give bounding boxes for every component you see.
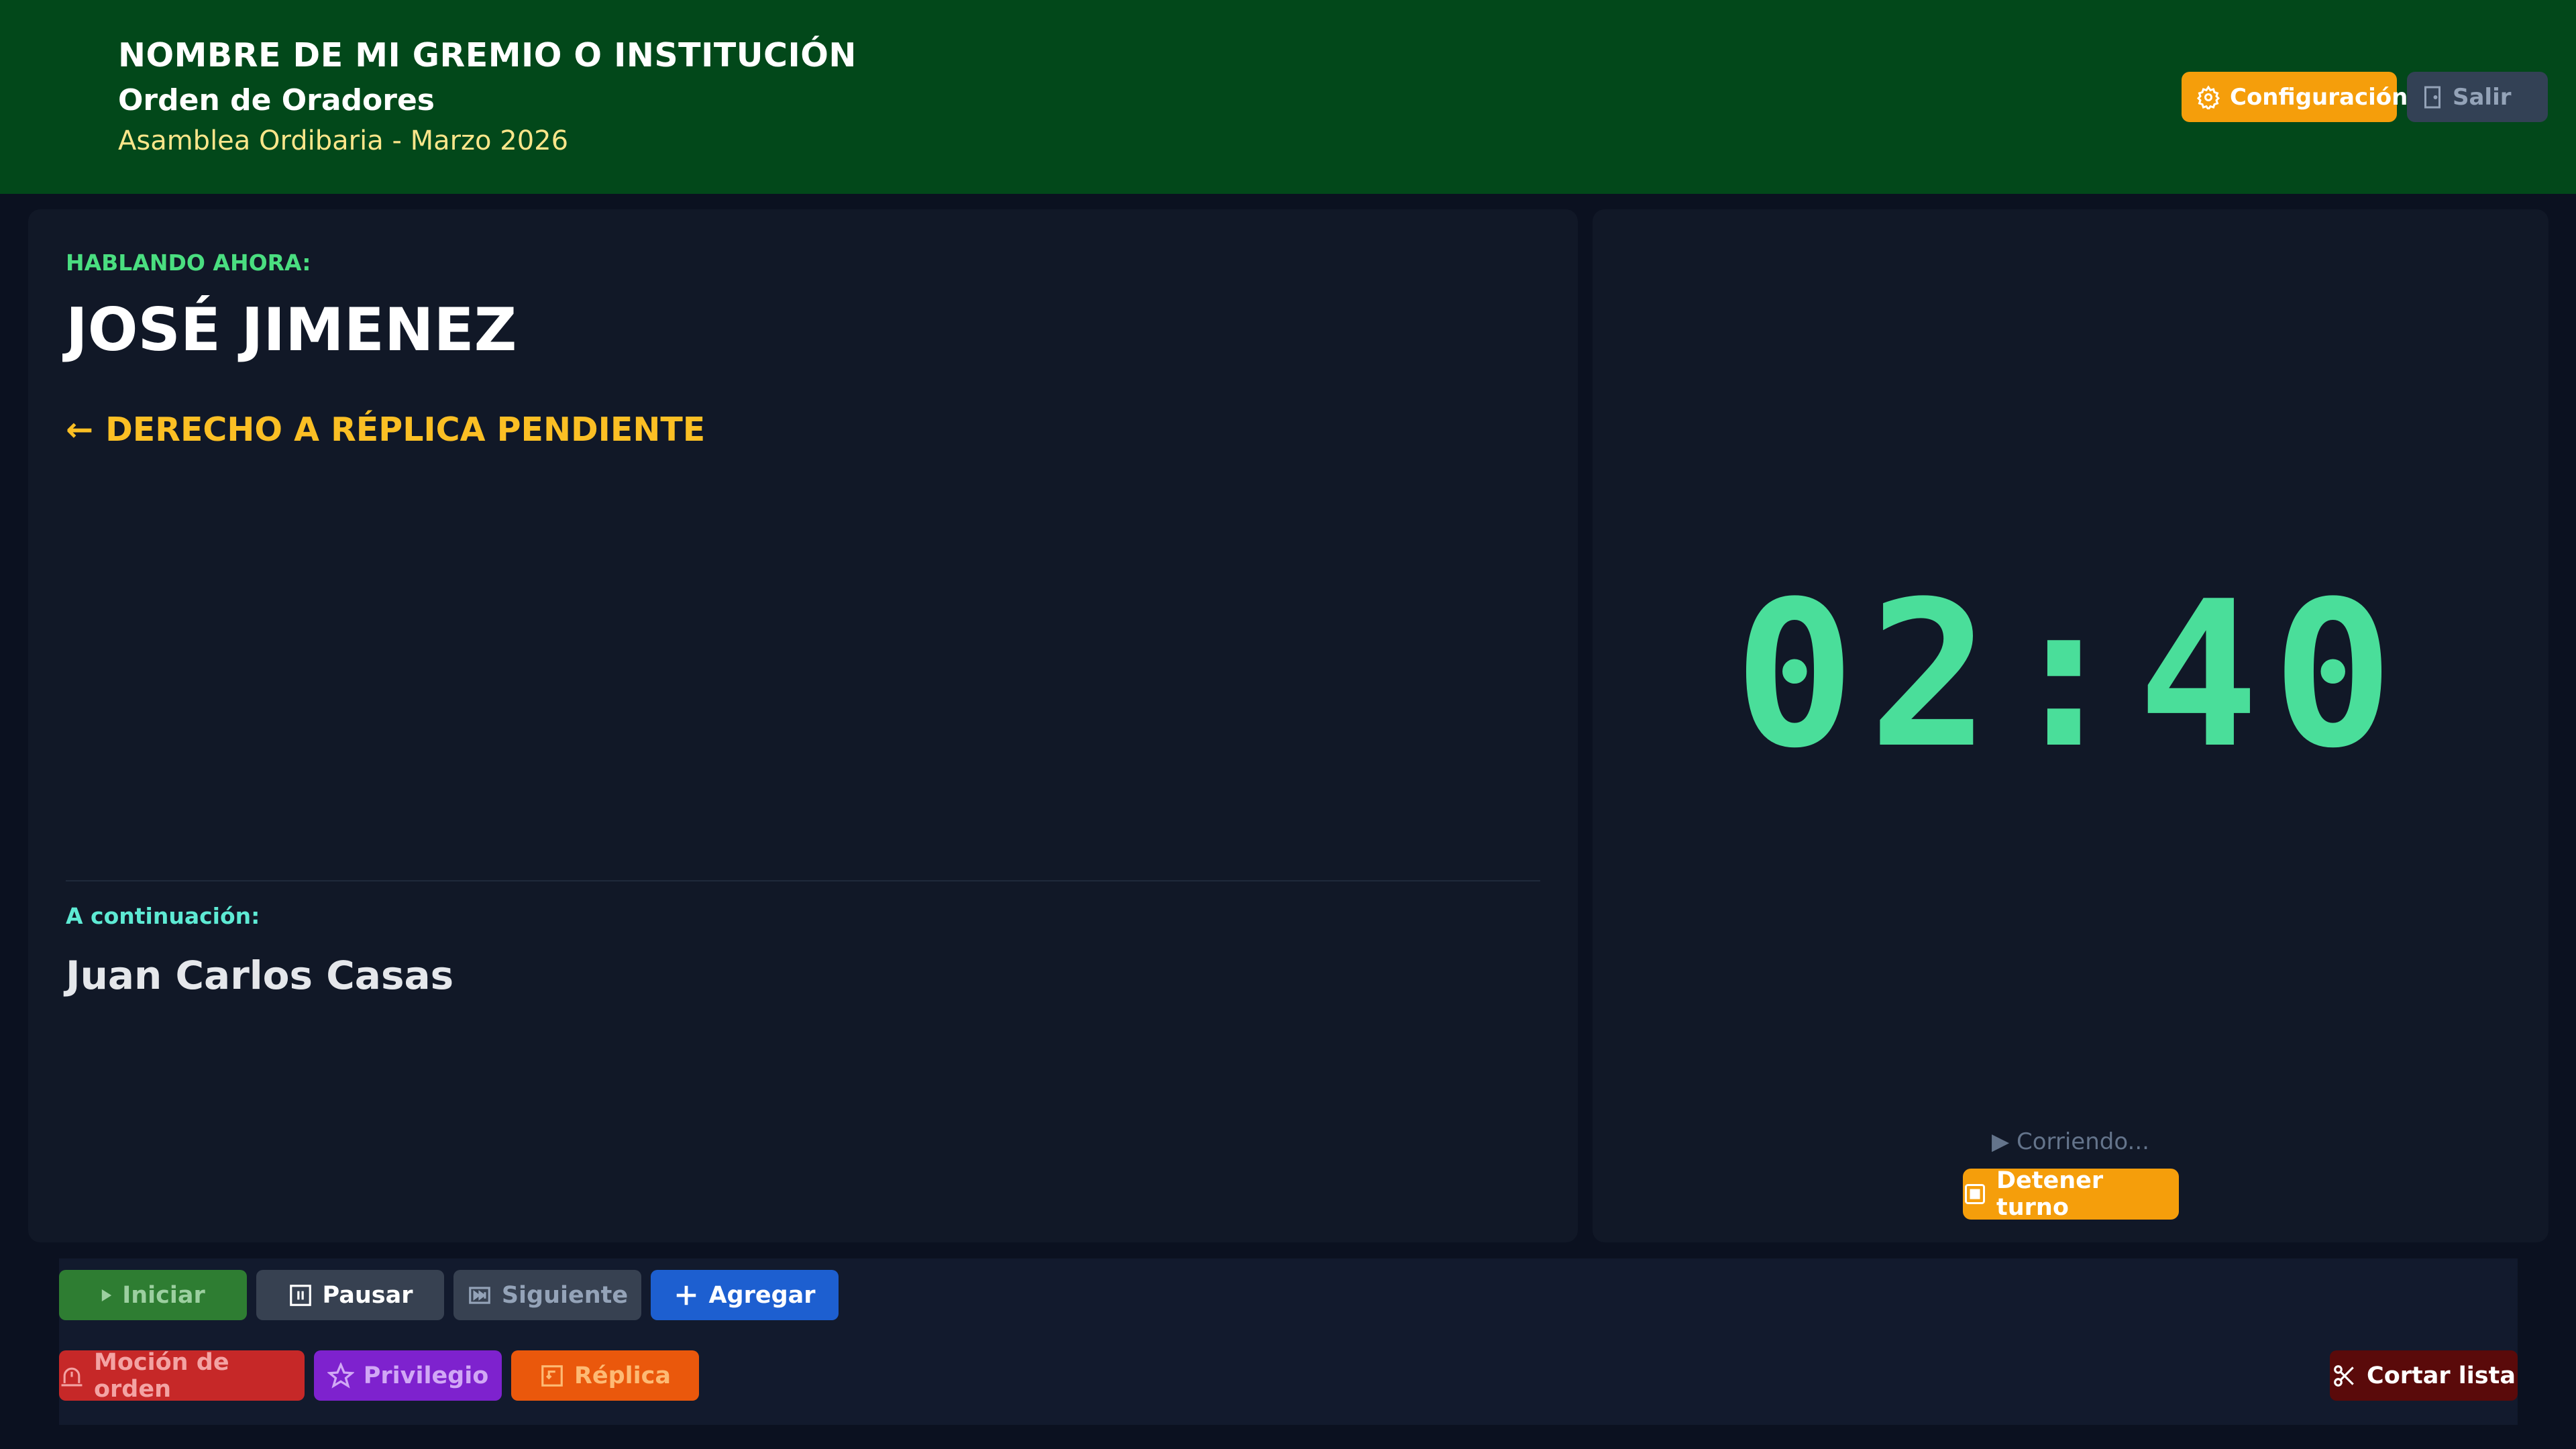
start-button[interactable]: Iniciar [59, 1270, 247, 1320]
exit-label: Salir [2453, 83, 2512, 111]
door-icon [2422, 85, 2443, 109]
speaker-panel: HABLANDO AHORA: JOSÉ JIMENEZ ← DERECHO A… [28, 209, 1578, 1242]
timer-panel: 02:40 ▶ Corriendo... Detener turno [1593, 209, 2548, 1242]
next-speaker-label: A continuación: [66, 903, 260, 929]
configuration-label: Configuración [2230, 83, 2408, 111]
start-label: Iniciar [122, 1281, 205, 1309]
page-title: Orden de Oradores [118, 83, 435, 117]
pause-label: Pausar [322, 1281, 413, 1309]
reply-icon [539, 1363, 565, 1389]
stop-turn-button[interactable]: Detener turno [1963, 1167, 2179, 1221]
skip-next-icon [467, 1283, 492, 1308]
divider [66, 880, 1540, 881]
next-speaker-name: Juan Carlos Casas [66, 953, 454, 998]
speaking-now-label: HABLANDO AHORA: [66, 250, 311, 276]
next-label: Siguiente [501, 1281, 629, 1309]
motion-label: Moción de orden [94, 1348, 229, 1403]
pause-button[interactable]: Pausar [256, 1270, 444, 1320]
play-icon [101, 1288, 113, 1303]
replica-label: Réplica [574, 1362, 672, 1389]
cut-list-button[interactable]: Cortar lista [2330, 1350, 2518, 1401]
control-bar: Iniciar Pausar Siguiente Agregar Moción … [59, 1258, 2518, 1425]
pause-icon [288, 1283, 313, 1308]
cut-list-label: Cortar lista [2367, 1362, 2516, 1389]
add-label: Agregar [708, 1281, 816, 1309]
arrow-left-icon: ← [66, 411, 94, 449]
alarm-light-icon [59, 1364, 85, 1387]
motion-of-order-button[interactable]: Moción de orden [59, 1348, 305, 1403]
current-speaker-name: JOSÉ JIMENEZ [66, 295, 517, 364]
timer-status: ▶ Corriendo... [1992, 1128, 2149, 1155]
replica-pending-text: DERECHO A RÉPLICA PENDIENTE [105, 411, 706, 449]
privilege-button[interactable]: Privilegio [314, 1350, 502, 1401]
gear-icon [2196, 85, 2220, 109]
stop-icon [1963, 1182, 1987, 1206]
configuration-button[interactable]: Configuración [2182, 72, 2408, 122]
next-button[interactable]: Siguiente [453, 1270, 641, 1320]
add-speaker-button[interactable]: Agregar [651, 1270, 839, 1320]
star-icon [327, 1362, 354, 1389]
plus-icon [674, 1283, 699, 1308]
stop-turn-label: Detener turno [1996, 1167, 2104, 1221]
organization-name: NOMBRE DE MI GREMIO O INSTITUCIÓN [118, 36, 857, 74]
timer-display: 02:40 [1733, 558, 2408, 792]
session-name: Asamblea Ordibaria - Marzo 2026 [118, 125, 569, 156]
exit-button[interactable]: Salir [2407, 72, 2548, 122]
privilege-label: Privilegio [363, 1362, 489, 1389]
replica-button[interactable]: Réplica [511, 1350, 699, 1401]
app-header: NOMBRE DE MI GREMIO O INSTITUCIÓN Orden … [0, 0, 2576, 194]
scissors-icon [2332, 1363, 2357, 1389]
replica-pending-notice: ← DERECHO A RÉPLICA PENDIENTE [66, 411, 705, 449]
